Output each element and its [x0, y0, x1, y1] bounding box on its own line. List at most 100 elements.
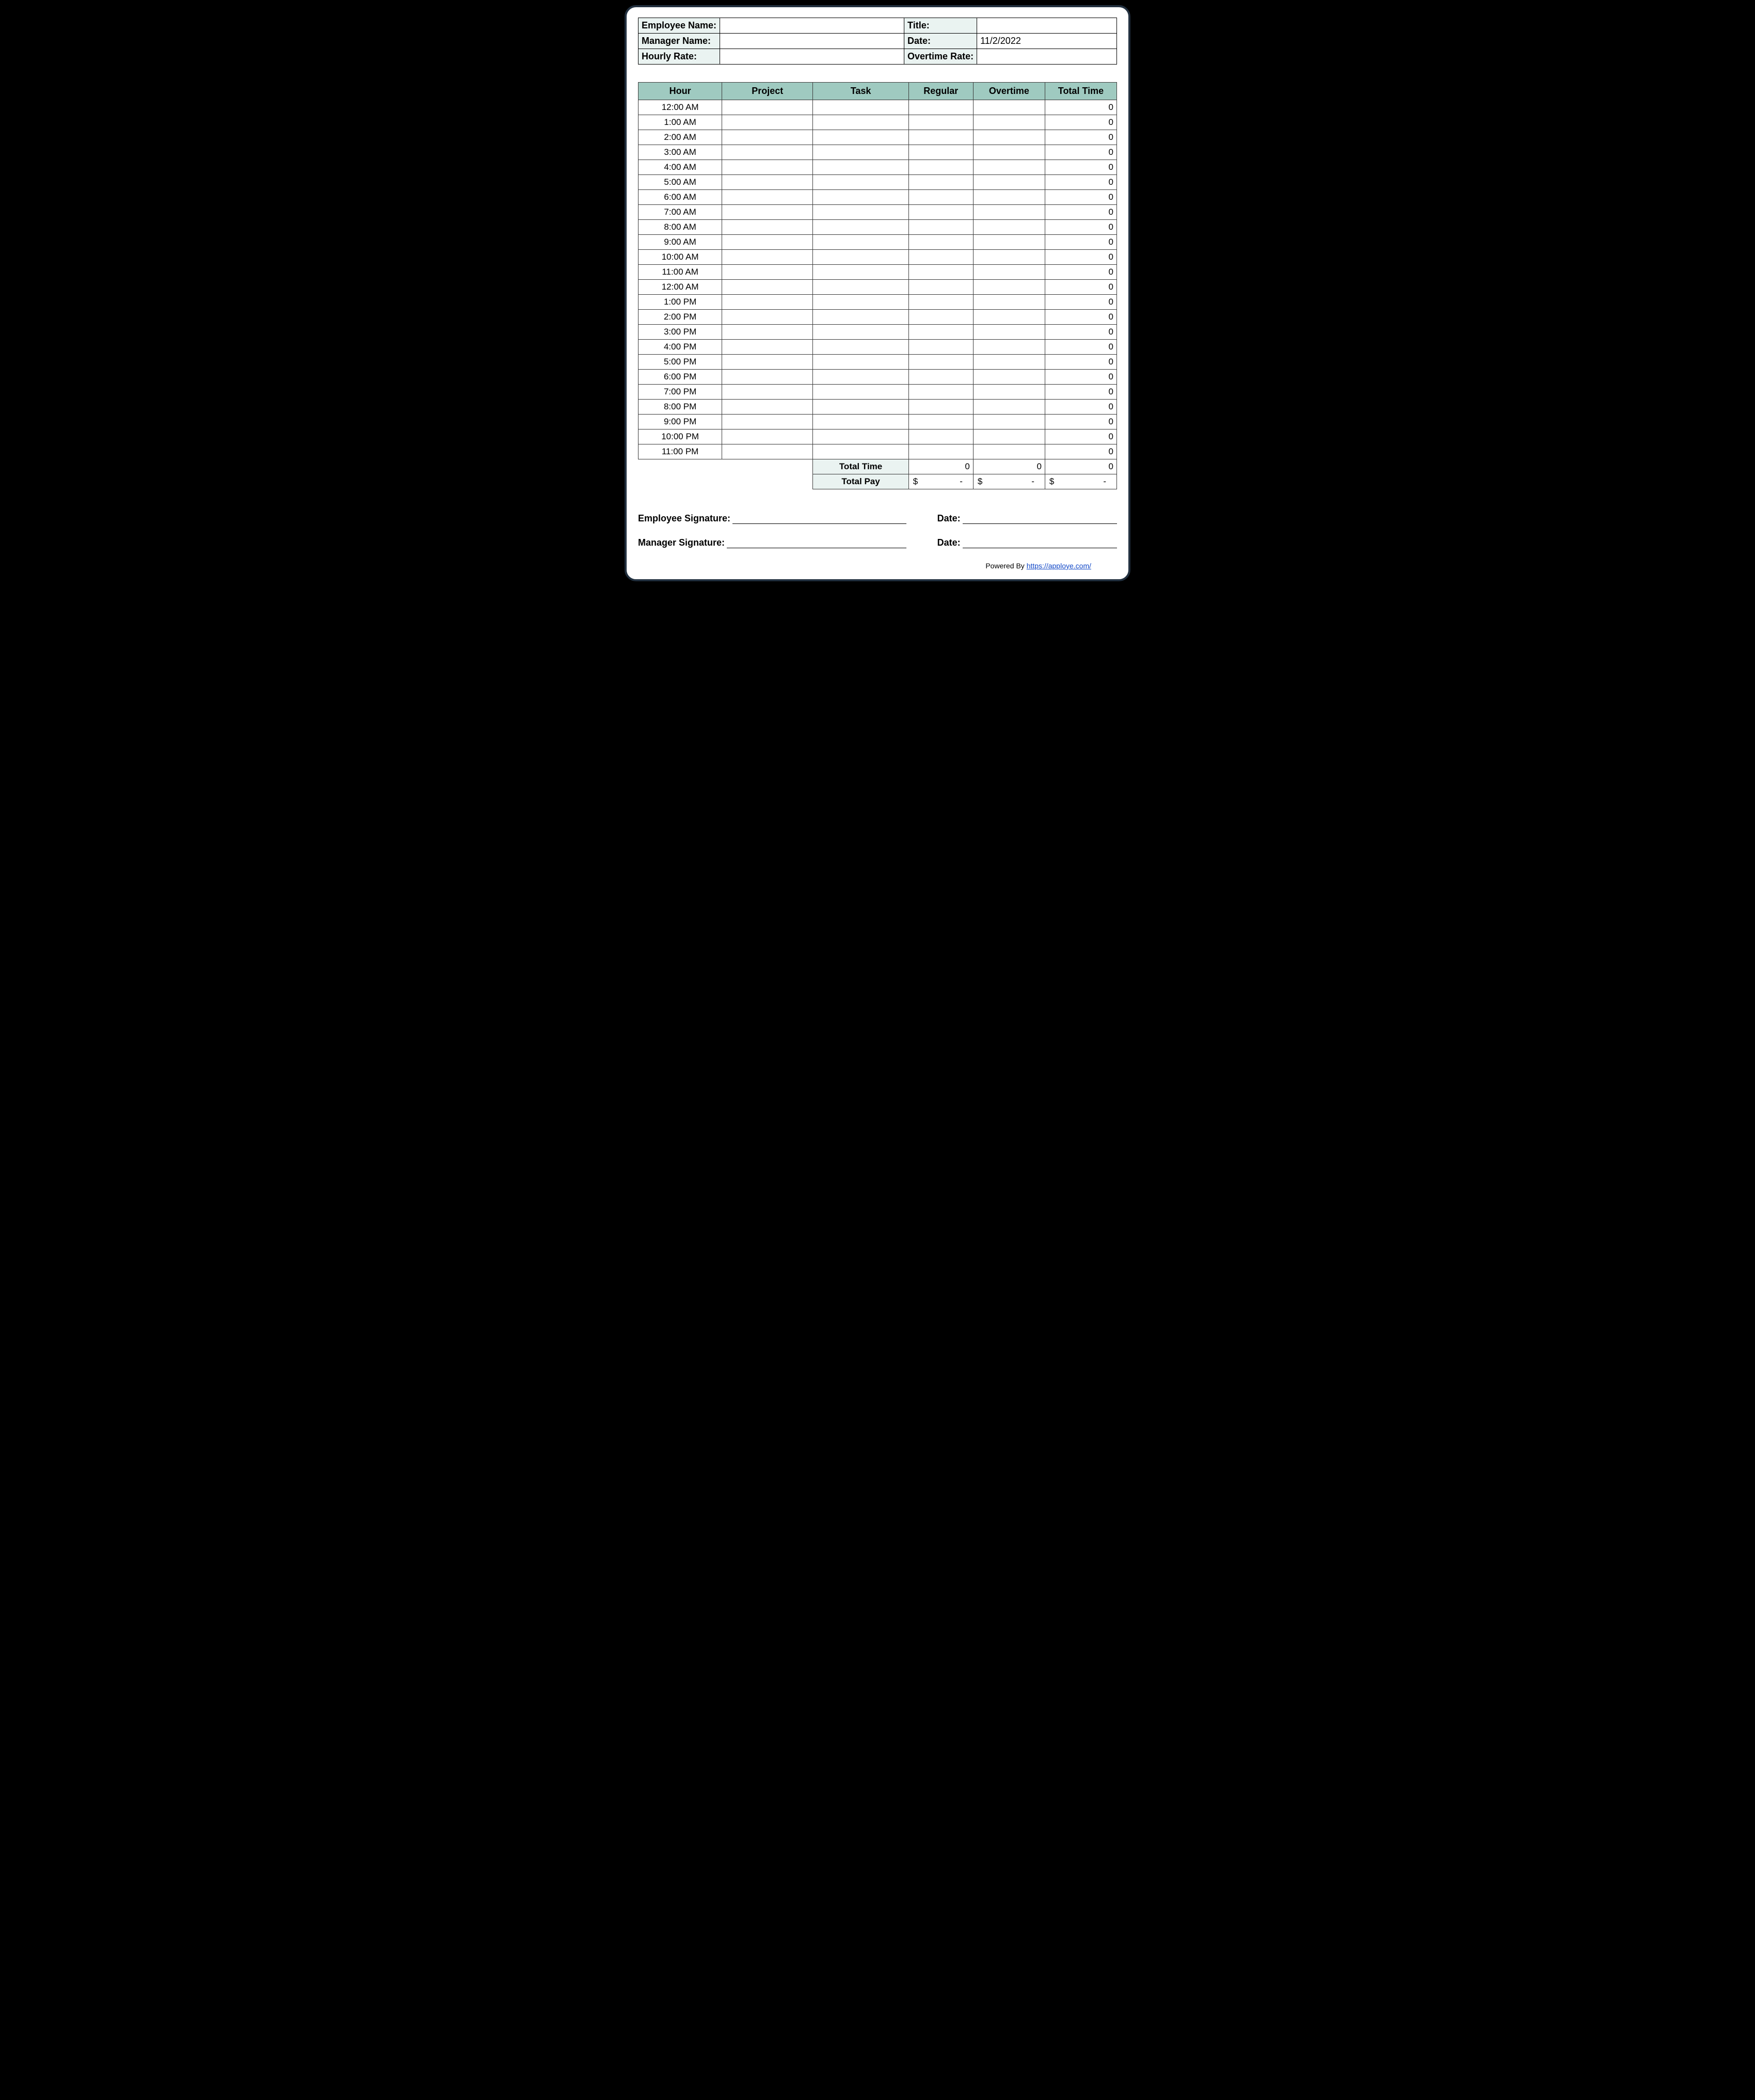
- manager-name-value[interactable]: [720, 34, 904, 49]
- manager-signature-line[interactable]: [727, 538, 906, 548]
- cell-task[interactable]: [813, 220, 908, 235]
- hourly-rate-value[interactable]: [720, 49, 904, 65]
- cell-overtime[interactable]: [973, 265, 1045, 280]
- cell-overtime[interactable]: [973, 100, 1045, 115]
- cell-overtime[interactable]: [973, 310, 1045, 325]
- cell-regular[interactable]: [908, 175, 973, 190]
- cell-overtime[interactable]: [973, 400, 1045, 415]
- cell-overtime[interactable]: [973, 429, 1045, 444]
- cell-task[interactable]: [813, 250, 908, 265]
- cell-task[interactable]: [813, 370, 908, 385]
- cell-regular[interactable]: [908, 415, 973, 429]
- cell-project[interactable]: [722, 415, 813, 429]
- cell-overtime[interactable]: [973, 280, 1045, 295]
- cell-project[interactable]: [722, 370, 813, 385]
- cell-overtime[interactable]: [973, 340, 1045, 355]
- cell-regular[interactable]: [908, 310, 973, 325]
- cell-project[interactable]: [722, 235, 813, 250]
- cell-task[interactable]: [813, 400, 908, 415]
- footer-link[interactable]: https://apploye.com/: [1027, 562, 1091, 570]
- cell-project[interactable]: [722, 310, 813, 325]
- cell-regular[interactable]: [908, 115, 973, 130]
- cell-project[interactable]: [722, 160, 813, 175]
- cell-task[interactable]: [813, 280, 908, 295]
- manager-date-line[interactable]: [963, 538, 1117, 548]
- cell-task[interactable]: [813, 355, 908, 370]
- cell-project[interactable]: [722, 385, 813, 400]
- cell-task[interactable]: [813, 115, 908, 130]
- cell-project[interactable]: [722, 444, 813, 459]
- cell-task[interactable]: [813, 265, 908, 280]
- employee-signature-line[interactable]: [732, 514, 906, 524]
- cell-regular[interactable]: [908, 400, 973, 415]
- cell-project[interactable]: [722, 220, 813, 235]
- cell-project[interactable]: [722, 400, 813, 415]
- cell-regular[interactable]: [908, 220, 973, 235]
- date-value[interactable]: 11/2/2022: [977, 34, 1117, 49]
- cell-project[interactable]: [722, 190, 813, 205]
- cell-regular[interactable]: [908, 444, 973, 459]
- cell-project[interactable]: [722, 130, 813, 145]
- cell-task[interactable]: [813, 145, 908, 160]
- cell-overtime[interactable]: [973, 295, 1045, 310]
- cell-project[interactable]: [722, 355, 813, 370]
- cell-project[interactable]: [722, 175, 813, 190]
- cell-project[interactable]: [722, 325, 813, 340]
- cell-overtime[interactable]: [973, 160, 1045, 175]
- cell-overtime[interactable]: [973, 444, 1045, 459]
- cell-task[interactable]: [813, 100, 908, 115]
- cell-task[interactable]: [813, 235, 908, 250]
- cell-task[interactable]: [813, 190, 908, 205]
- cell-regular[interactable]: [908, 370, 973, 385]
- overtime-rate-value[interactable]: [977, 49, 1117, 65]
- cell-task[interactable]: [813, 130, 908, 145]
- cell-regular[interactable]: [908, 235, 973, 250]
- cell-overtime[interactable]: [973, 370, 1045, 385]
- cell-overtime[interactable]: [973, 220, 1045, 235]
- cell-project[interactable]: [722, 100, 813, 115]
- cell-regular[interactable]: [908, 280, 973, 295]
- cell-task[interactable]: [813, 295, 908, 310]
- cell-regular[interactable]: [908, 355, 973, 370]
- cell-task[interactable]: [813, 429, 908, 444]
- cell-regular[interactable]: [908, 190, 973, 205]
- cell-task[interactable]: [813, 444, 908, 459]
- cell-project[interactable]: [722, 265, 813, 280]
- cell-task[interactable]: [813, 325, 908, 340]
- cell-project[interactable]: [722, 340, 813, 355]
- cell-regular[interactable]: [908, 340, 973, 355]
- cell-overtime[interactable]: [973, 385, 1045, 400]
- cell-regular[interactable]: [908, 265, 973, 280]
- title-value[interactable]: [977, 18, 1117, 34]
- cell-regular[interactable]: [908, 295, 973, 310]
- cell-task[interactable]: [813, 340, 908, 355]
- cell-project[interactable]: [722, 280, 813, 295]
- cell-task[interactable]: [813, 160, 908, 175]
- cell-overtime[interactable]: [973, 190, 1045, 205]
- employee-name-value[interactable]: [720, 18, 904, 34]
- cell-overtime[interactable]: [973, 115, 1045, 130]
- employee-date-line[interactable]: [963, 514, 1117, 524]
- cell-project[interactable]: [722, 250, 813, 265]
- cell-regular[interactable]: [908, 325, 973, 340]
- cell-task[interactable]: [813, 310, 908, 325]
- cell-overtime[interactable]: [973, 235, 1045, 250]
- cell-overtime[interactable]: [973, 145, 1045, 160]
- cell-regular[interactable]: [908, 100, 973, 115]
- cell-overtime[interactable]: [973, 250, 1045, 265]
- cell-overtime[interactable]: [973, 325, 1045, 340]
- cell-project[interactable]: [722, 429, 813, 444]
- cell-overtime[interactable]: [973, 415, 1045, 429]
- cell-overtime[interactable]: [973, 205, 1045, 220]
- cell-regular[interactable]: [908, 160, 973, 175]
- cell-project[interactable]: [722, 145, 813, 160]
- cell-project[interactable]: [722, 295, 813, 310]
- cell-task[interactable]: [813, 415, 908, 429]
- cell-project[interactable]: [722, 115, 813, 130]
- cell-regular[interactable]: [908, 130, 973, 145]
- cell-overtime[interactable]: [973, 130, 1045, 145]
- cell-regular[interactable]: [908, 205, 973, 220]
- cell-overtime[interactable]: [973, 355, 1045, 370]
- cell-overtime[interactable]: [973, 175, 1045, 190]
- cell-task[interactable]: [813, 175, 908, 190]
